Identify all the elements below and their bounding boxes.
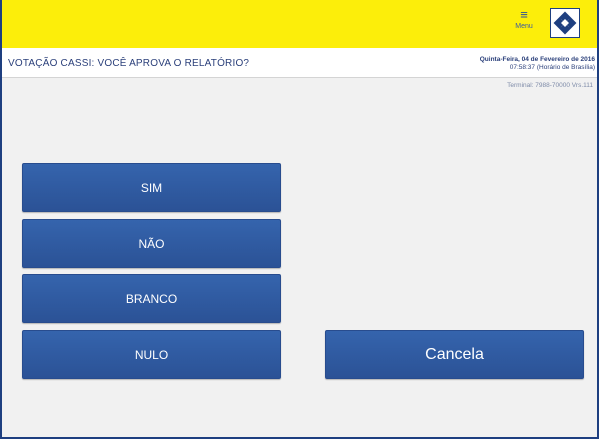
- banco-do-brasil-logo-icon: [550, 8, 580, 38]
- branco-button[interactable]: BRANCO: [22, 274, 281, 323]
- terminal-info: Terminal: 7988-70000 Vrs.111: [507, 82, 593, 89]
- menu-button[interactable]: ≡ Menu: [510, 8, 538, 40]
- top-bar: ≡ Menu: [2, 0, 597, 48]
- datetime: Quinta-Feira, 04 de Fevereiro de 2016 07…: [480, 56, 595, 72]
- sim-button[interactable]: SIM: [22, 163, 281, 212]
- screen-frame: ≡ Menu VOTAÇÃO CASSI: VOCÊ APROVA O RELA…: [0, 0, 599, 439]
- nulo-button[interactable]: NULO: [22, 330, 281, 379]
- time-text: 07:58:37 (Horário de Brasília): [509, 64, 595, 71]
- hamburger-icon: ≡: [520, 7, 528, 22]
- date-text: Quinta-Feira, 04 de Fevereiro de 2016: [479, 56, 595, 63]
- menu-label: Menu: [515, 23, 533, 30]
- cancel-button[interactable]: Cancela: [325, 330, 584, 379]
- title-bar: VOTAÇÃO CASSI: VOCÊ APROVA O RELATÓRIO? …: [2, 48, 597, 78]
- page-title: VOTAÇÃO CASSI: VOCÊ APROVA O RELATÓRIO?: [8, 58, 250, 69]
- nao-button[interactable]: NÃO: [22, 219, 281, 268]
